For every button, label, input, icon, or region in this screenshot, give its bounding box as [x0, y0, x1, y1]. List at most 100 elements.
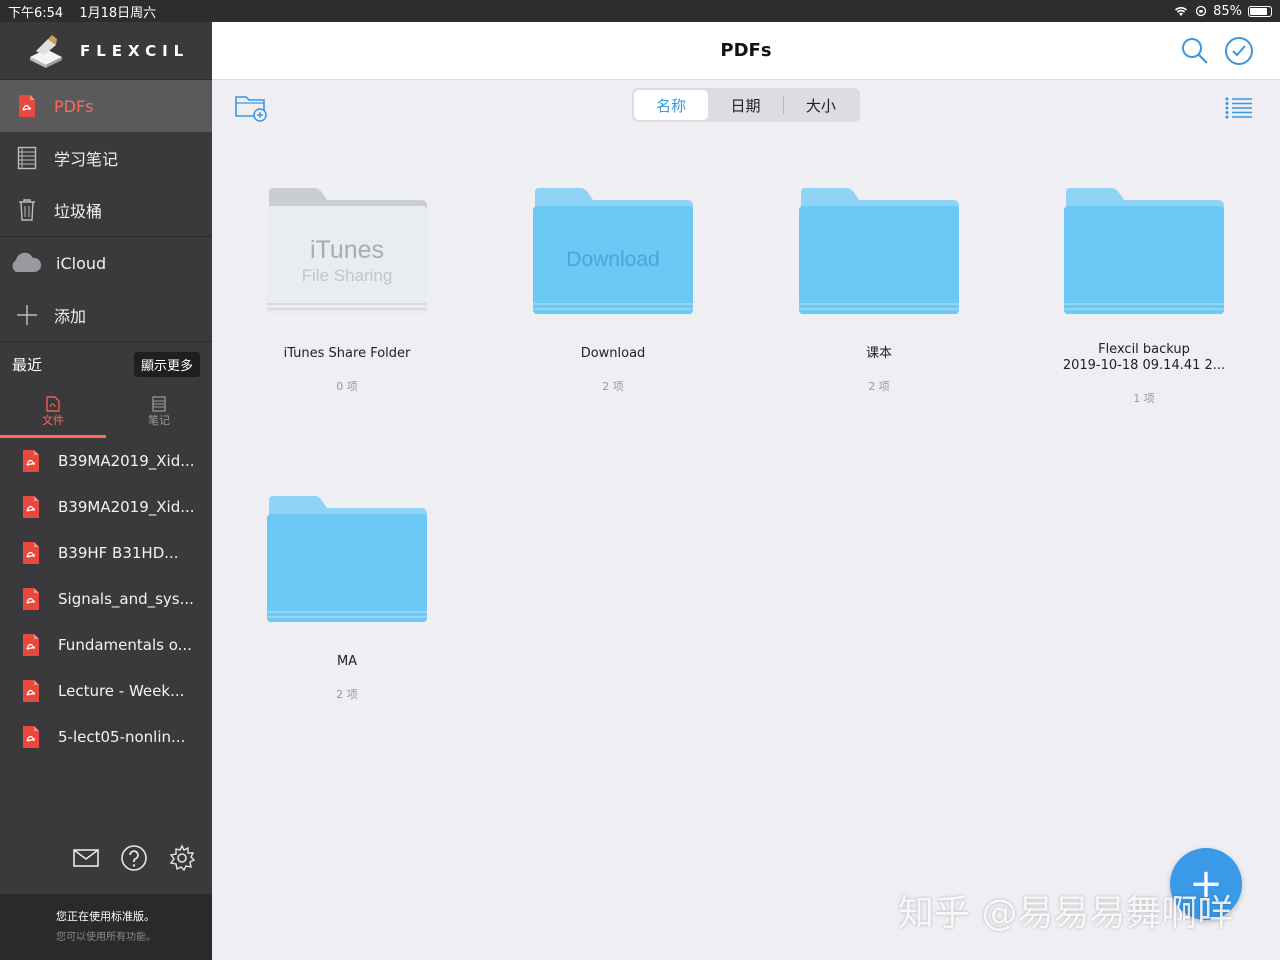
status-date: 1月18日周六 — [79, 5, 157, 21]
watermark: 知乎 @易易易舞啊咩 — [898, 893, 1234, 934]
brand: FLEXCIL — [0, 22, 212, 80]
plus-icon — [14, 302, 40, 328]
tab-notes[interactable]: 笔记 — [106, 386, 212, 438]
sort-segmented-control: 名称 日期 大小 — [632, 88, 860, 122]
recent-file-item[interactable]: B39MA2019_Xid... — [0, 484, 212, 530]
show-more-button[interactable]: 顯示更多 — [133, 351, 200, 377]
help-icon[interactable] — [120, 844, 148, 872]
folder-count: 2 项 — [602, 380, 624, 393]
toolbar: 名称 日期 大小 — [212, 80, 1280, 134]
folder-icon — [1064, 188, 1224, 314]
status-time: 下午6:54 — [8, 5, 64, 21]
recent-file-label: 5-lect05-nonlin... — [58, 728, 186, 746]
pdf-icon — [18, 540, 44, 566]
pdf-icon — [18, 724, 44, 750]
pdf-icon — [18, 448, 44, 474]
recent-file-item[interactable]: Signals_and_sys... — [0, 576, 212, 622]
svg-text:Download: Download — [566, 248, 659, 271]
page-title: PDFs — [720, 40, 772, 61]
pdf-icon — [14, 93, 40, 119]
sidebar-item-label: 学习笔记 — [54, 150, 119, 169]
itunes-folder-icon: iTunes File Sharing — [267, 188, 427, 314]
select-check-icon[interactable] — [1224, 36, 1254, 66]
folder-name: iTunes Share Folder — [283, 346, 411, 361]
recent-file-item[interactable]: Fundamentals o... — [0, 622, 212, 668]
recent-tabs: 文件 笔记 — [0, 386, 212, 438]
recent-file-label: B39MA2019_Xid... — [58, 498, 195, 516]
pdf-icon — [46, 396, 60, 412]
notebook-icon — [152, 396, 166, 412]
sort-by-date[interactable]: 日期 — [708, 90, 782, 120]
sort-by-size[interactable]: 大小 — [784, 90, 858, 120]
promo-title: 您正在使用标准版。 — [56, 910, 155, 923]
folder-name: 课本 — [865, 346, 892, 361]
recent-file-item[interactable]: B39MA2019_Xid... — [0, 438, 212, 484]
folder-itunes-share[interactable]: iTunes File Sharing iTunes Share Folder … — [237, 188, 457, 394]
sidebar-item-icloud[interactable]: iCloud — [0, 237, 212, 289]
sidebar-item-trash[interactable]: 垃圾桶 — [0, 184, 212, 236]
folder-flexcil-backup[interactable]: Flexcil backup 2019-10-18 09.14.41 2... … — [1034, 188, 1254, 406]
recent-file-item[interactable]: B39HF B31HD... — [0, 530, 212, 576]
battery-percent: 85% — [1213, 3, 1242, 19]
recent-file-item[interactable]: Lecture - Week... — [0, 668, 212, 714]
sidebar-item-label: iCloud — [56, 253, 107, 273]
recent-header: 最近 顯示更多 — [0, 342, 212, 386]
folder-name: Flexcil backup 2019-10-18 09.14.41 2... — [1034, 342, 1254, 374]
folder-icon: Download — [533, 188, 693, 314]
flexcil-logo-icon — [30, 34, 62, 68]
folder-count: 2 项 — [336, 688, 358, 701]
sidebar-item-add[interactable]: 添加 — [0, 289, 212, 341]
sidebar-item-notes[interactable]: 学习笔记 — [0, 132, 212, 184]
tab-files[interactable]: 文件 — [0, 386, 106, 438]
promo-banner: 您正在使用标准版。 您可以使用所有功能。 — [0, 894, 212, 960]
wifi-icon — [1175, 7, 1188, 16]
sidebar-item-pdfs[interactable]: PDFs — [0, 80, 212, 132]
pdf-icon — [18, 632, 44, 658]
recent-file-label: Signals_and_sys... — [58, 590, 194, 608]
promo-subtitle: 您可以使用所有功能。 — [56, 932, 156, 943]
orientation-lock-icon — [1195, 5, 1207, 17]
recent-file-label: Fundamentals o... — [58, 636, 192, 654]
gear-icon[interactable] — [168, 844, 196, 872]
recent-file-label: Lecture - Week... — [58, 682, 185, 700]
list-view-icon[interactable] — [1224, 96, 1254, 120]
search-icon[interactable] — [1180, 36, 1210, 66]
cloud-icon — [8, 250, 42, 276]
folder-icon — [799, 188, 959, 314]
tab-label: 笔记 — [148, 414, 170, 427]
folder-name: MA — [336, 654, 358, 669]
tab-underline — [0, 435, 106, 438]
recent-title: 最近 — [12, 355, 43, 374]
folder-textbook[interactable]: 课本 2 项 — [769, 188, 989, 394]
folder-count: 2 项 — [868, 380, 890, 393]
tab-label: 文件 — [42, 414, 64, 427]
brand-name: FLEXCIL — [80, 41, 190, 60]
battery-icon — [1248, 5, 1272, 17]
folder-download[interactable]: Download Download 2 项 — [503, 188, 723, 394]
top-bar: PDFs — [212, 22, 1280, 80]
recent-file-label: B39MA2019_Xid... — [58, 452, 195, 470]
pdf-icon — [18, 494, 44, 520]
pdf-icon — [18, 586, 44, 612]
pdf-icon — [18, 678, 44, 704]
recent-file-item[interactable]: 5-lect05-nonlin... — [0, 714, 212, 760]
sidebar: FLEXCIL PDFs 学习笔记 垃圾桶 iCloud 添加 最近 顯示更多 — [0, 22, 212, 960]
mail-icon[interactable] — [72, 844, 100, 872]
sidebar-item-label: 垃圾桶 — [54, 202, 103, 221]
folder-count: 1 项 — [1133, 392, 1155, 405]
folder-ma[interactable]: MA 2 项 — [237, 496, 457, 702]
folder-name-line2: 2019-10-18 09.14.41 2... — [1062, 358, 1226, 373]
sidebar-item-label: PDFs — [54, 96, 94, 116]
notebook-icon — [14, 145, 40, 171]
recent-file-list: B39MA2019_Xid... B39MA2019_Xid... B39HF B3… — [0, 438, 212, 760]
main-panel: PDFs 名称 日期 大小 iTunes File Sharing iTunes… — [212, 22, 1280, 960]
sidebar-item-label: 添加 — [54, 307, 87, 326]
trash-icon — [14, 197, 40, 223]
status-bar: 下午6:54 1月18日周六 85% — [0, 0, 1280, 22]
new-folder-icon[interactable] — [234, 92, 268, 122]
folder-icon — [267, 496, 427, 622]
folder-name: Download — [580, 346, 646, 361]
sidebar-tools — [0, 844, 212, 872]
svg-text:iTunes: iTunes — [310, 236, 384, 264]
sort-by-name[interactable]: 名称 — [634, 90, 709, 120]
